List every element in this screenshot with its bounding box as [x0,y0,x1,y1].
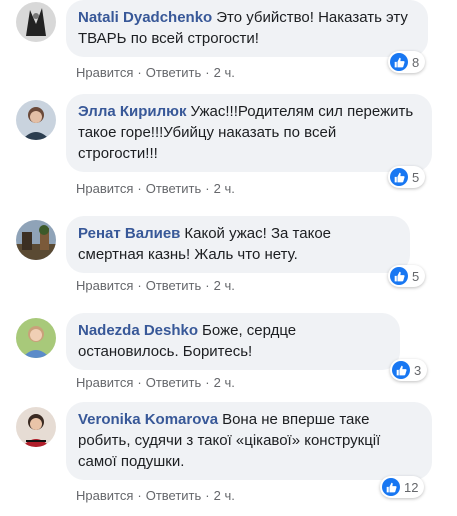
avatar[interactable] [16,2,56,42]
reaction-count[interactable]: 5 [388,166,426,188]
reaction-count[interactable]: 3 [390,359,428,381]
separator-dot: · [205,278,210,293]
separator-dot: · [137,488,142,503]
avatar[interactable] [16,318,56,358]
reaction-count[interactable]: 5 [388,265,426,287]
comment-actions: Нравится · Ответить · 2 ч. [76,181,235,197]
comment-timestamp[interactable]: 2 ч. [214,375,235,390]
avatar[interactable] [16,100,56,140]
like-link[interactable]: Нравится [76,181,133,196]
comment-author[interactable]: Nadezda Deshko [78,322,198,339]
comment-timestamp[interactable]: 2 ч. [214,181,235,196]
comment-bubble: Ренат Валиев Какой ужас! За такое смертна… [66,216,410,273]
like-link[interactable]: Нравится [76,488,133,503]
comment-author[interactable]: Элла Кирилюк [78,103,186,120]
comment-actions: Нравится · Ответить · 2 ч. [76,65,235,81]
like-link[interactable]: Нравится [76,278,133,293]
separator-dot: · [137,375,142,390]
comment-timestamp[interactable]: 2 ч. [214,65,235,80]
reaction-number: 8 [412,54,420,70]
reply-link[interactable]: Ответить [146,181,202,196]
separator-dot: · [205,375,210,390]
reaction-count[interactable]: 12 [380,476,425,498]
comment-actions: Нравится · Ответить · 2 ч. [76,375,235,391]
comment-author[interactable]: Natali Dyadchenko [78,9,212,26]
comment-timestamp[interactable]: 2 ч. [214,488,235,503]
comment-bubble: Natali Dyadchenko Это убийство! Наказать … [66,0,428,57]
like-icon [382,478,400,496]
reaction-number: 3 [414,362,422,378]
separator-dot: · [137,181,142,196]
reaction-number: 12 [404,479,419,495]
reaction-number: 5 [412,268,420,284]
like-icon [392,361,410,379]
comment-author[interactable]: Ренат Валиев [78,225,180,242]
like-icon [390,168,408,186]
comment-bubble: Nadezda Deshko Боже, сердце остановилось.… [66,313,400,370]
like-link[interactable]: Нравится [76,65,133,80]
comment-bubble: Элла Кирилюк Ужас!!!Родителям сил пережит… [66,94,432,172]
reply-link[interactable]: Ответить [146,278,202,293]
reply-link[interactable]: Ответить [146,488,202,503]
separator-dot: · [137,65,142,80]
comment-bubble: Veronika Komarova Вона не вперше таке роб… [66,402,432,480]
like-icon [390,267,408,285]
separator-dot: · [205,488,210,503]
reaction-number: 5 [412,169,420,185]
comment-timestamp[interactable]: 2 ч. [214,278,235,293]
reply-link[interactable]: Ответить [146,65,202,80]
avatar[interactable] [16,407,56,447]
reaction-count[interactable]: 8 [388,51,426,73]
separator-dot: · [205,65,210,80]
comment-actions: Нравится · Ответить · 2 ч. [76,278,235,294]
avatar[interactable] [16,220,56,260]
reply-link[interactable]: Ответить [146,375,202,390]
comment-author[interactable]: Veronika Komarova [78,411,218,428]
like-link[interactable]: Нравится [76,375,133,390]
comment-actions: Нравится · Ответить · 2 ч. [76,488,235,504]
separator-dot: · [205,181,210,196]
separator-dot: · [137,278,142,293]
like-icon [390,53,408,71]
